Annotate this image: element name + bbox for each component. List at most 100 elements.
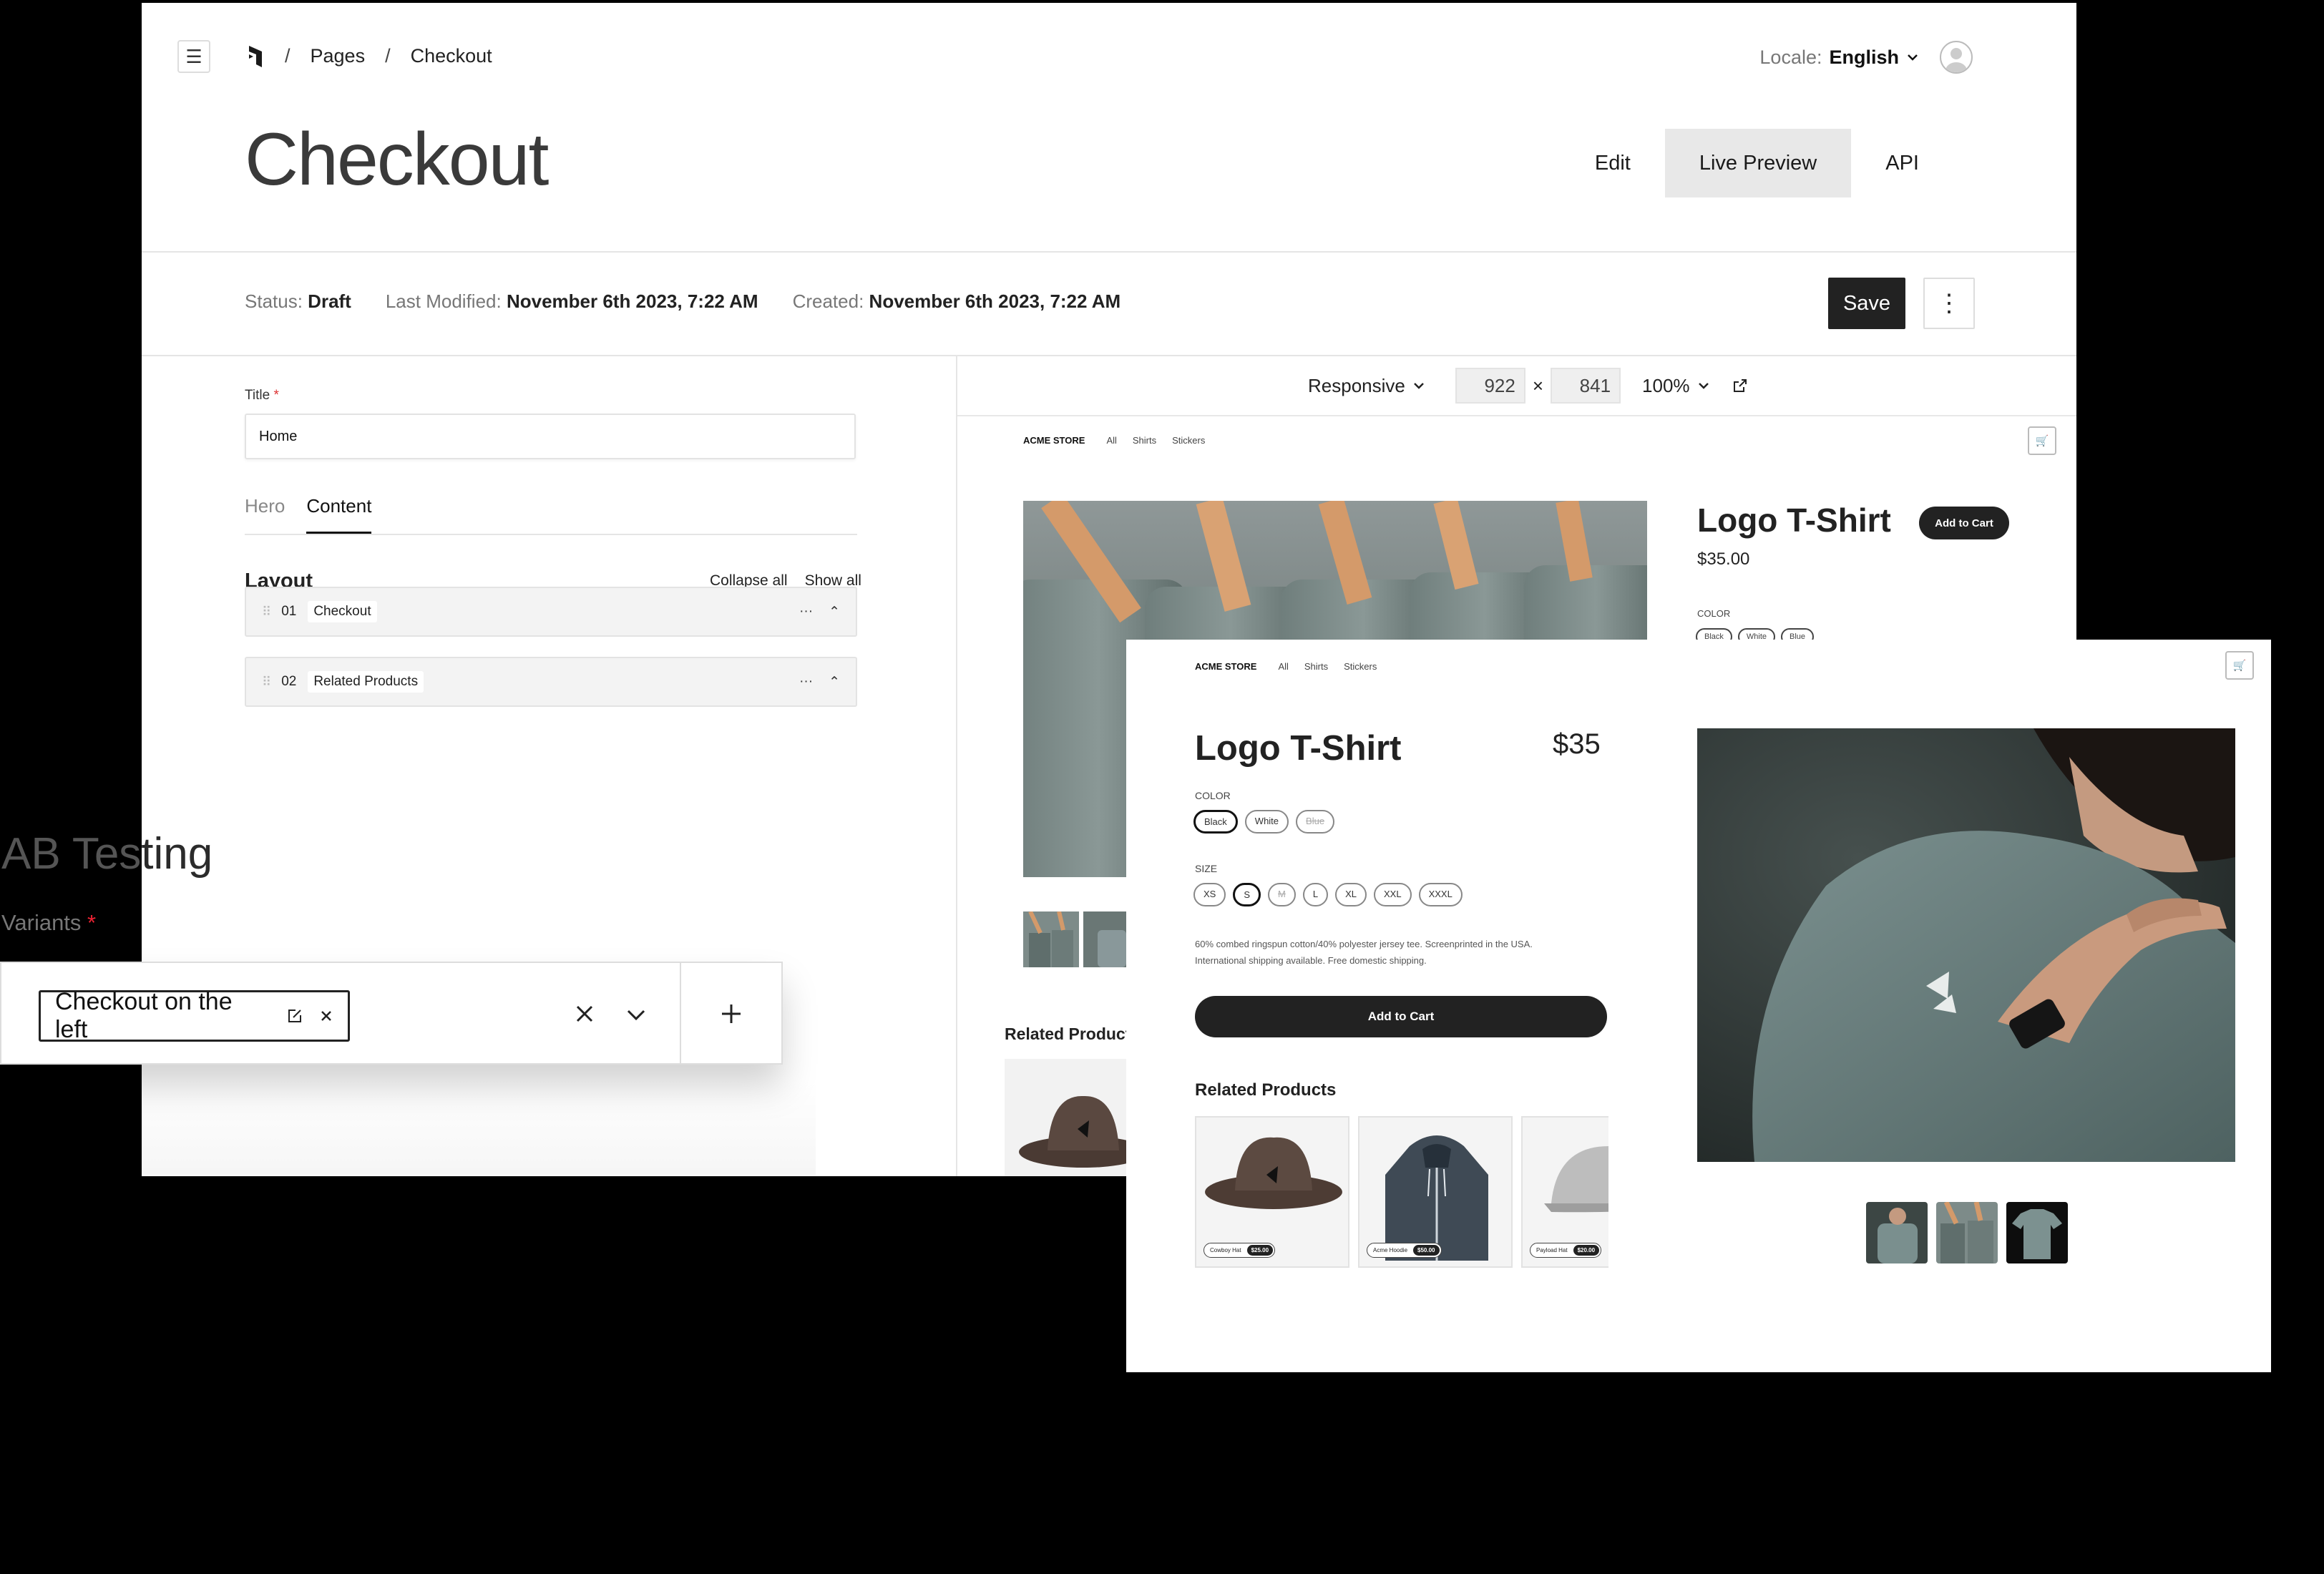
- cart-icon[interactable]: 🛒: [2028, 426, 2056, 455]
- remove-icon[interactable]: [319, 1009, 333, 1023]
- locale-label: Locale:: [1759, 46, 1822, 68]
- chevron-down-icon[interactable]: [624, 1003, 648, 1027]
- breadcrumb-pages[interactable]: Pages: [311, 45, 366, 67]
- title-input[interactable]: Home: [245, 414, 856, 459]
- tab-hero[interactable]: Hero: [245, 495, 285, 534]
- breadcrumb-separator: /: [285, 44, 290, 67]
- store-brand[interactable]: ACME STORE: [1023, 435, 1085, 446]
- title-label-text: Title: [245, 388, 270, 403]
- ellipsis-icon[interactable]: ···: [799, 604, 813, 620]
- nav-link[interactable]: Stickers: [1344, 661, 1377, 672]
- description-line: International shipping available. Free d…: [1195, 955, 1427, 966]
- chevron-up-icon[interactable]: ⌃: [829, 674, 840, 690]
- size-option[interactable]: XXXL: [1418, 883, 1463, 906]
- ellipsis-icon[interactable]: ···: [799, 674, 813, 690]
- save-button[interactable]: Save: [1828, 278, 1905, 329]
- breadcrumb-separator: /: [385, 44, 391, 67]
- layout-block-row[interactable]: ⠿ 02 Related Products ··· ⌃: [245, 657, 857, 707]
- thumbnail[interactable]: [1866, 1202, 1928, 1263]
- required-mark: *: [87, 910, 97, 935]
- add-to-cart-button[interactable]: Add to Cart: [1195, 996, 1607, 1037]
- product-price: $25.00: [1246, 1245, 1274, 1256]
- size-option[interactable]: XL: [1335, 883, 1367, 906]
- ab-heading-part: AB Tes: [1, 829, 142, 879]
- nav-link[interactable]: Shirts: [1133, 435, 1156, 446]
- nav-link[interactable]: All: [1106, 435, 1116, 446]
- tab-content[interactable]: Content: [306, 495, 372, 534]
- pane-divider: [956, 356, 957, 1176]
- tab-live-preview[interactable]: Live Preview: [1664, 129, 1852, 197]
- more-options-icon[interactable]: ⋮: [1923, 278, 1975, 329]
- breakpoint-select[interactable]: Responsive: [1308, 375, 1405, 397]
- tab-api[interactable]: API: [1851, 129, 1953, 197]
- zoom-select[interactable]: 100%: [1642, 375, 1690, 397]
- menu-icon[interactable]: ☰: [177, 40, 210, 73]
- color-option[interactable]: Blue: [1296, 810, 1335, 834]
- title-field-label: Title *: [245, 388, 279, 404]
- width-input[interactable]: 922: [1455, 368, 1525, 404]
- tab-edit[interactable]: Edit: [1561, 129, 1665, 197]
- variant-chip[interactable]: Checkout on the left: [39, 988, 350, 1043]
- required-mark: *: [270, 388, 279, 403]
- external-link-icon[interactable]: [1732, 377, 1749, 394]
- size-option[interactable]: S: [1233, 883, 1261, 906]
- breadcrumb-current: Checkout: [410, 44, 492, 67]
- related-products-list: Cowboy Hat $25.00 Acme Hoodie $50.00 Paylo…: [1195, 1116, 1608, 1268]
- height-input[interactable]: 841: [1551, 368, 1621, 404]
- modified-meta: Last Modified: November 6th 2023, 7:22 A…: [386, 290, 758, 313]
- color-option[interactable]: Black: [1193, 810, 1238, 834]
- thumbnail[interactable]: [2006, 1202, 2068, 1263]
- size-option[interactable]: XS: [1193, 883, 1226, 906]
- nav-link[interactable]: All: [1278, 661, 1288, 672]
- add-icon[interactable]: [721, 1003, 742, 1025]
- cart-icon[interactable]: 🛒: [2225, 651, 2254, 680]
- product-title: Logo T-Shirt: [1195, 729, 1402, 768]
- variants-select[interactable]: Checkout on the left: [0, 962, 783, 1065]
- related-product-card[interactable]: Cowboy Hat $25.00: [1195, 1116, 1349, 1268]
- clear-icon[interactable]: [574, 1003, 595, 1025]
- nav-link[interactable]: Shirts: [1304, 661, 1328, 672]
- color-option[interactable]: White: [1244, 810, 1289, 834]
- editor-tabs: Hero Content: [245, 495, 857, 535]
- created-label: Created:: [792, 290, 864, 312]
- preview-thumbnails: [1023, 911, 1139, 967]
- avatar[interactable]: [1940, 41, 1973, 74]
- created-value: November 6th 2023, 7:22 AM: [869, 290, 1121, 312]
- drag-handle-icon[interactable]: ⠿: [262, 675, 271, 690]
- variant-name: Checkout on the left: [55, 988, 233, 1043]
- thumbnail[interactable]: [1936, 1202, 1998, 1263]
- store-brand[interactable]: ACME STORE: [1195, 661, 1256, 672]
- thumbnail[interactable]: [1023, 911, 1079, 967]
- related-product-card[interactable]: Acme Hoodie $50.00: [1358, 1116, 1513, 1268]
- size-options: XS S M L XL XXL XXXL: [1193, 883, 1463, 906]
- size-option[interactable]: M: [1268, 883, 1296, 906]
- product-name: Payload Hat: [1536, 1247, 1568, 1253]
- color-options: Black White Blue: [1193, 810, 1335, 834]
- status-label: Status:: [245, 290, 303, 312]
- preview-color-label: COLOR: [1697, 608, 1731, 619]
- preview-add-to-cart-button[interactable]: Add to Cart: [1919, 507, 2009, 539]
- product-price: $35: [1553, 728, 1601, 760]
- edit-icon[interactable]: [286, 1007, 303, 1025]
- payload-logo-icon[interactable]: [243, 41, 272, 70]
- locale-value[interactable]: English: [1829, 47, 1899, 69]
- variants-label-text: Variants: [1, 910, 82, 935]
- locale-selector[interactable]: Locale: English: [1759, 43, 1919, 72]
- drag-handle-icon[interactable]: ⠿: [262, 605, 271, 620]
- product-name: Acme Hoodie: [1373, 1247, 1408, 1253]
- size-option[interactable]: L: [1302, 883, 1329, 906]
- divider: [142, 251, 2076, 253]
- size-option[interactable]: XXL: [1374, 883, 1412, 906]
- divider: [680, 963, 681, 1063]
- layout-block-row[interactable]: ⠿ 01 Checkout ··· ⌃: [245, 587, 857, 637]
- preview-toolbar: Responsive 922 × 841 100%: [1308, 368, 1749, 404]
- block-name: Checkout: [308, 601, 377, 622]
- store-nav: ACME STORE All Shirts Stickers: [1195, 661, 1377, 672]
- page-title: Checkout: [245, 118, 549, 201]
- product-description: 60% combed ringspun cotton/40% polyester…: [1195, 936, 1596, 969]
- divider: [142, 355, 2076, 356]
- related-product-card[interactable]: Payload Hat $20.00: [1521, 1116, 1608, 1268]
- nav-link[interactable]: Stickers: [1172, 435, 1205, 446]
- chevron-up-icon[interactable]: ⌃: [829, 604, 840, 620]
- variants-label: Variants *: [1, 910, 96, 936]
